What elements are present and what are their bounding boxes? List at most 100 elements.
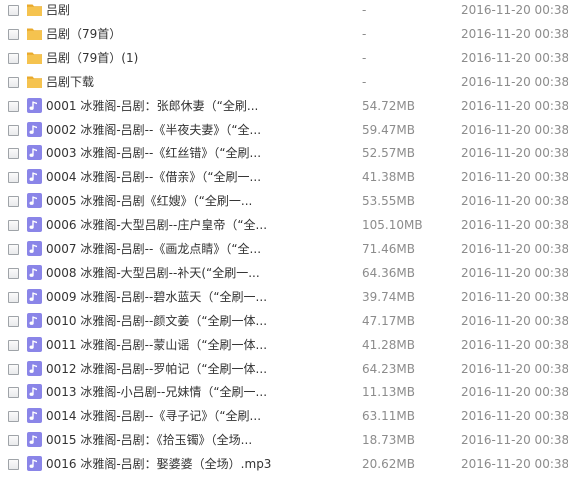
music-note-icon [26,407,43,424]
file-row[interactable]: 0006 冰雅阁-大型吕剧--庄户皇帝（“全... 105.10MB 2016-… [0,215,568,239]
file-date: 2016-11-20 00:38 [461,409,568,424]
file-row[interactable]: 0003 冰雅阁-吕剧--《红丝错》（“全刷... 52.57MB 2016-1… [0,143,568,167]
file-size: 18.73MB [362,433,415,448]
select-checkbox[interactable] [8,267,19,279]
select-checkbox[interactable] [8,339,19,351]
file-row[interactable]: 吕剧下载 - 2016-11-20 00:38 [0,72,568,96]
file-size: 64.36MB [362,265,415,280]
file-row[interactable]: 0013 冰雅阁-小吕剧--兄妹情（“全刷一... 11.13MB 2016-1… [0,382,568,406]
select-checkbox[interactable] [8,244,19,255]
file-name[interactable]: 0001 冰雅阁-吕剧：张郎休妻（“全刷... [46,98,258,114]
file-size: 59.47MB [362,122,415,137]
file-row[interactable]: 0015 冰雅阁-吕剧：《拾玉镯》（全场... 18.73MB 2016-11-… [0,430,568,454]
music-note-icon [26,144,43,161]
music-note-icon [26,431,43,448]
file-date: 2016-11-20 00:38 [461,122,568,137]
file-row[interactable]: 吕剧（79首）(1) - 2016-11-20 00:38 [0,48,568,72]
select-checkbox[interactable] [8,315,19,327]
select-checkbox[interactable] [8,220,19,232]
file-date: 2016-11-20 00:38 [461,242,568,256]
file-list: 吕剧 - 2016-11-20 00:38 吕剧（79首） - 2016-11-… [0,0,568,478]
file-name[interactable]: 0015 冰雅阁-吕剧：《拾玉镯》（全场... [46,432,252,448]
file-name[interactable]: 0011 冰雅阁-吕剧--蒙山谣（“全刷一体... [46,337,267,353]
file-row[interactable]: 0001 冰雅阁-吕剧：张郎休妻（“全刷... 54.72MB 2016-11-… [0,96,568,120]
file-name[interactable]: 0007 冰雅阁-吕剧--《画龙点睛》（“全... [46,241,261,257]
music-note-icon [26,97,43,114]
file-name[interactable]: 0016 冰雅阁-吕剧：娶婆婆（全场）.mp3 [46,456,271,472]
music-note-icon [26,336,43,353]
file-name[interactable]: 吕剧（79首） [46,26,121,42]
file-date: 2016-11-20 00:38 [461,265,568,280]
file-date: 2016-11-20 00:38 [461,50,568,65]
file-row[interactable]: 0010 冰雅阁-吕剧--颜文姜（“全刷一体... 47.17MB 2016-1… [0,311,568,335]
file-row[interactable]: 吕剧（79首） - 2016-11-20 00:38 [0,24,568,48]
file-row[interactable]: 0002 冰雅阁-吕剧--《半夜夫妻》（“全... 59.47MB 2016-1… [0,120,568,144]
select-checkbox[interactable] [8,5,19,16]
file-name[interactable]: 0006 冰雅阁-大型吕剧--庄户皇帝（“全... [46,217,267,233]
file-date: 2016-11-20 00:38 [461,74,568,89]
file-name[interactable]: 0013 冰雅阁-小吕剧--兄妹情（“全刷一... [46,384,267,400]
file-row[interactable]: 吕剧 - 2016-11-20 00:38 [0,0,568,24]
folder-icon [26,73,43,90]
file-date: 2016-11-20 00:38 [461,385,568,400]
select-checkbox[interactable] [8,148,19,160]
music-note-icon [26,192,43,209]
select-checkbox[interactable] [8,28,19,40]
file-date: 2016-11-20 00:38 [461,146,568,161]
select-checkbox[interactable] [8,291,19,303]
file-name[interactable]: 0014 冰雅阁-吕剧--《寻子记》（“全刷... [46,408,261,424]
file-size: - [362,74,367,89]
select-checkbox[interactable] [8,196,19,208]
file-date: 2016-11-20 00:38 [461,289,568,304]
select-checkbox[interactable] [8,363,19,375]
file-row[interactable]: 0007 冰雅阁-吕剧--《画龙点睛》（“全... 71.46MB 2016-1… [0,239,568,263]
folder-icon [26,49,43,66]
file-name[interactable]: 0009 冰雅阁-吕剧--碧水蓝天（“全刷一... [46,289,267,305]
file-size: 47.17MB [362,313,415,328]
music-note-icon [26,455,43,472]
file-name[interactable]: 0012 冰雅阁-吕剧--罗帕记（“全刷一体... [46,361,267,377]
file-size: - [362,50,367,65]
file-row[interactable]: 0004 冰雅阁-吕剧--《借亲》（“全刷一... 41.38MB 2016-1… [0,167,568,191]
file-name[interactable]: 吕剧 [46,2,70,18]
file-name[interactable]: 0010 冰雅阁-吕剧--颜文姜（“全刷一体... [46,313,267,329]
file-row[interactable]: 0016 冰雅阁-吕剧：娶婆婆（全场）.mp3 20.62MB 2016-11-… [0,454,568,478]
select-checkbox[interactable] [8,411,19,423]
select-checkbox[interactable] [8,172,19,184]
file-size: 53.55MB [362,194,415,209]
select-checkbox[interactable] [8,435,19,447]
select-checkbox[interactable] [8,124,19,136]
file-name[interactable]: 0004 冰雅阁-吕剧--《借亲》（“全刷一... [46,169,261,185]
file-name[interactable]: 0002 冰雅阁-吕剧--《半夜夫妻》（“全... [46,122,261,138]
music-note-icon [26,240,43,257]
file-size: 41.38MB [362,170,415,185]
file-row[interactable]: 0011 冰雅阁-吕剧--蒙山谣（“全刷一体... 41.28MB 2016-1… [0,335,568,359]
file-size: 11.13MB [362,385,415,400]
file-size: - [362,3,367,17]
select-checkbox[interactable] [8,387,19,399]
file-row[interactable]: 0012 冰雅阁-吕剧--罗帕记（“全刷一体... 64.23MB 2016-1… [0,359,568,383]
file-name[interactable]: 吕剧（79首）(1) [46,50,138,66]
folder-icon [26,25,43,42]
folder-icon [26,1,43,18]
file-name[interactable]: 0008 冰雅阁-大型吕剧--补天(“全刷一... [46,265,260,281]
select-checkbox[interactable] [8,459,19,471]
file-date: 2016-11-20 00:38 [461,218,568,233]
select-checkbox[interactable] [8,100,19,112]
select-checkbox[interactable] [8,52,19,64]
music-note-icon [26,264,43,281]
file-date: 2016-11-20 00:38 [461,361,568,376]
file-row[interactable]: 0008 冰雅阁-大型吕剧--补天(“全刷一... 64.36MB 2016-1… [0,263,568,287]
file-row[interactable]: 0009 冰雅阁-吕剧--碧水蓝天（“全刷一... 39.74MB 2016-1… [0,287,568,311]
file-name[interactable]: 0003 冰雅阁-吕剧--《红丝错》（“全刷... [46,145,261,161]
music-note-icon [26,288,43,305]
file-row[interactable]: 0014 冰雅阁-吕剧--《寻子记》（“全刷... 63.11MB 2016-1… [0,406,568,430]
file-size: 54.72MB [362,98,415,113]
music-note-icon [26,168,43,185]
file-name[interactable]: 0005 冰雅阁-吕剧《红嫂》（“全刷一... [46,193,252,209]
select-checkbox[interactable] [8,76,19,88]
file-row[interactable]: 0005 冰雅阁-吕剧《红嫂》（“全刷一... 53.55MB 2016-11-… [0,191,568,215]
file-name[interactable]: 吕剧下载 [46,74,94,90]
file-date: 2016-11-20 00:38 [461,3,568,17]
file-size: 63.11MB [362,409,415,424]
